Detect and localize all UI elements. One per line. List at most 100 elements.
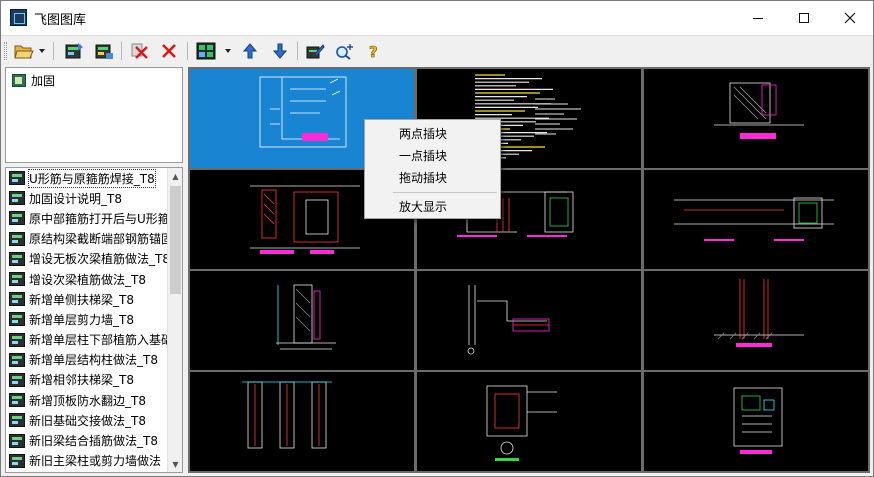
thumbnail-cell[interactable] <box>417 372 641 471</box>
block-list-items: U形筋与原箍筋焊接_T8 加固设计说明_T8 原中部箍筋打开后与U形箍 原结构梁截断端… <box>6 168 168 472</box>
app-window: 飞图图库 ? 加固 U形筋与原箍筋焊接_T8 加固设计说明_T8 原中部箍筋打开… <box>0 0 874 477</box>
list-item-label: 增设次梁植筋做法_T8 <box>29 272 146 287</box>
close-button[interactable] <box>827 1 873 35</box>
maximize-icon <box>799 13 809 23</box>
cad-block-icon <box>9 292 25 307</box>
list-item-label: 加固设计说明_T8 <box>29 191 122 206</box>
cad-preview-drawing <box>276 284 336 350</box>
scroll-thumb[interactable] <box>170 186 181 294</box>
maximize-button[interactable] <box>781 1 827 35</box>
menu-item-two-point-insert[interactable]: 两点插块 <box>365 123 500 145</box>
minimize-icon <box>753 17 763 19</box>
help-question-icon: ? <box>369 43 378 60</box>
list-item[interactable]: 新增单层结构柱做法_T8 <box>6 350 168 370</box>
thumbnail-cell[interactable] <box>190 372 414 471</box>
context-menu: 两点插块 一点插块 拖动插块 放大显示 <box>364 119 501 219</box>
cut-button[interactable] <box>129 40 151 62</box>
import-button[interactable] <box>63 40 85 62</box>
thumbnail-cell[interactable] <box>644 69 868 168</box>
cut-x-icon <box>131 43 148 59</box>
list-item-label: 新增单层结构柱做法_T8 <box>29 353 158 368</box>
move-down-button[interactable] <box>269 40 291 62</box>
library-import-icon <box>65 43 83 59</box>
search-plus-icon <box>336 44 353 60</box>
list-item-label: 新增顶板防水翻边_T8 <box>29 393 146 408</box>
list-item[interactable]: 原结构梁截断端部钢筋锚固 <box>6 229 168 249</box>
edit-block-icon <box>306 44 325 59</box>
menu-separator <box>393 192 497 193</box>
grid-view-icon <box>196 42 216 60</box>
category-tree: 加固 <box>5 67 183 163</box>
list-item[interactable]: 加固设计说明_T8 <box>6 188 168 208</box>
export-button[interactable] <box>93 40 115 62</box>
cad-block-icon <box>9 171 25 186</box>
list-item-label: 原结构梁截断端部钢筋锚固 <box>29 232 168 247</box>
cad-block-icon <box>9 312 25 327</box>
minimize-button[interactable] <box>735 1 781 35</box>
toolbar-grip[interactable] <box>4 42 7 60</box>
cad-preview-drawing <box>733 387 783 454</box>
arrow-down-icon <box>272 43 288 59</box>
app-logo-icon <box>10 9 27 26</box>
tree-item-reinforcement[interactable]: 加固 <box>12 72 55 89</box>
thumbnail-cell[interactable] <box>644 372 868 471</box>
cad-block-icon <box>9 272 25 287</box>
list-item[interactable]: 增设次梁植筋做法_T8 <box>6 269 168 289</box>
svg-text:?: ? <box>369 43 378 60</box>
cad-preview-drawing <box>486 385 557 461</box>
list-item[interactable]: 原中部箍筋打开后与U形箍 <box>6 208 168 228</box>
list-item[interactable]: 新旧梁结合插筋做法_T8 <box>6 430 168 450</box>
list-item[interactable]: 新旧基础交接做法_T8 <box>6 410 168 430</box>
search-button[interactable] <box>334 40 356 62</box>
toolbar-separator <box>53 42 54 60</box>
open-folder-button[interactable] <box>13 40 35 62</box>
thumbnail-cell[interactable] <box>644 170 868 269</box>
tree-item-label: 加固 <box>31 74 56 88</box>
list-item[interactable]: 增设无板次梁植筋做法_T8 <box>6 249 168 269</box>
cad-preview-drawing <box>714 279 804 347</box>
thumbnail-cell[interactable] <box>417 271 641 370</box>
delete-button[interactable] <box>158 40 180 62</box>
list-item[interactable]: 新增单层柱下部植筋入基础 <box>6 330 168 350</box>
cad-block-icon <box>9 453 25 468</box>
cad-block-icon <box>9 251 25 266</box>
list-item[interactable]: 新旧主梁柱或剪力墙做法 <box>6 451 168 471</box>
scroll-down-button[interactable]: ▼ <box>168 456 182 472</box>
cad-block-icon <box>9 211 25 226</box>
edit-button[interactable] <box>304 40 326 62</box>
cad-block-icon <box>9 332 25 347</box>
list-item[interactable]: 新增单层剪力墙_T8 <box>6 309 168 329</box>
help-button[interactable]: ? <box>363 40 385 62</box>
thumbnail-cell[interactable] <box>190 271 414 370</box>
arrow-up-icon <box>242 43 258 59</box>
cad-preview-drawing <box>242 381 332 449</box>
toolbar: ? <box>1 35 873 65</box>
list-scrollbar[interactable]: ▲ ▼ <box>167 168 182 472</box>
thumbnail-grid <box>188 67 870 473</box>
toolbar-separator <box>121 42 122 60</box>
list-item-label: 新增相邻扶梯梁_T8 <box>29 373 134 388</box>
close-icon <box>844 12 856 24</box>
scroll-up-button[interactable]: ▲ <box>168 168 182 184</box>
list-item-label: 增设无板次梁植筋做法_T8 <box>29 252 168 267</box>
menu-item-one-point-insert[interactable]: 一点插块 <box>365 145 500 167</box>
toolbar-separator <box>297 42 298 60</box>
list-item-label: 原中部箍筋打开后与U形箍 <box>29 211 168 226</box>
category-folder-icon <box>12 74 26 87</box>
list-item[interactable]: 新增相邻扶梯梁_T8 <box>6 370 168 390</box>
toolbar-separator <box>187 42 188 60</box>
cad-preview-drawing <box>714 82 804 139</box>
list-item-label: 新增单侧扶梯梁_T8 <box>29 292 134 307</box>
list-item-label: 新旧基础交接做法_T8 <box>29 413 146 428</box>
list-item[interactable]: 新增顶板防水翻边_T8 <box>6 390 168 410</box>
cad-block-icon <box>9 191 25 206</box>
list-item[interactable]: 新增单侧扶梯梁_T8 <box>6 289 168 309</box>
view-dropdown-caret[interactable] <box>225 49 231 53</box>
list-item[interactable]: U形筋与原箍筋焊接_T8 <box>6 168 168 188</box>
thumbnail-cell[interactable] <box>644 271 868 370</box>
open-dropdown-caret[interactable] <box>39 49 45 53</box>
menu-item-drag-insert[interactable]: 拖动插块 <box>365 167 500 189</box>
move-up-button[interactable] <box>239 40 261 62</box>
menu-item-zoom-display[interactable]: 放大显示 <box>365 196 500 218</box>
view-mode-button[interactable] <box>195 40 217 62</box>
